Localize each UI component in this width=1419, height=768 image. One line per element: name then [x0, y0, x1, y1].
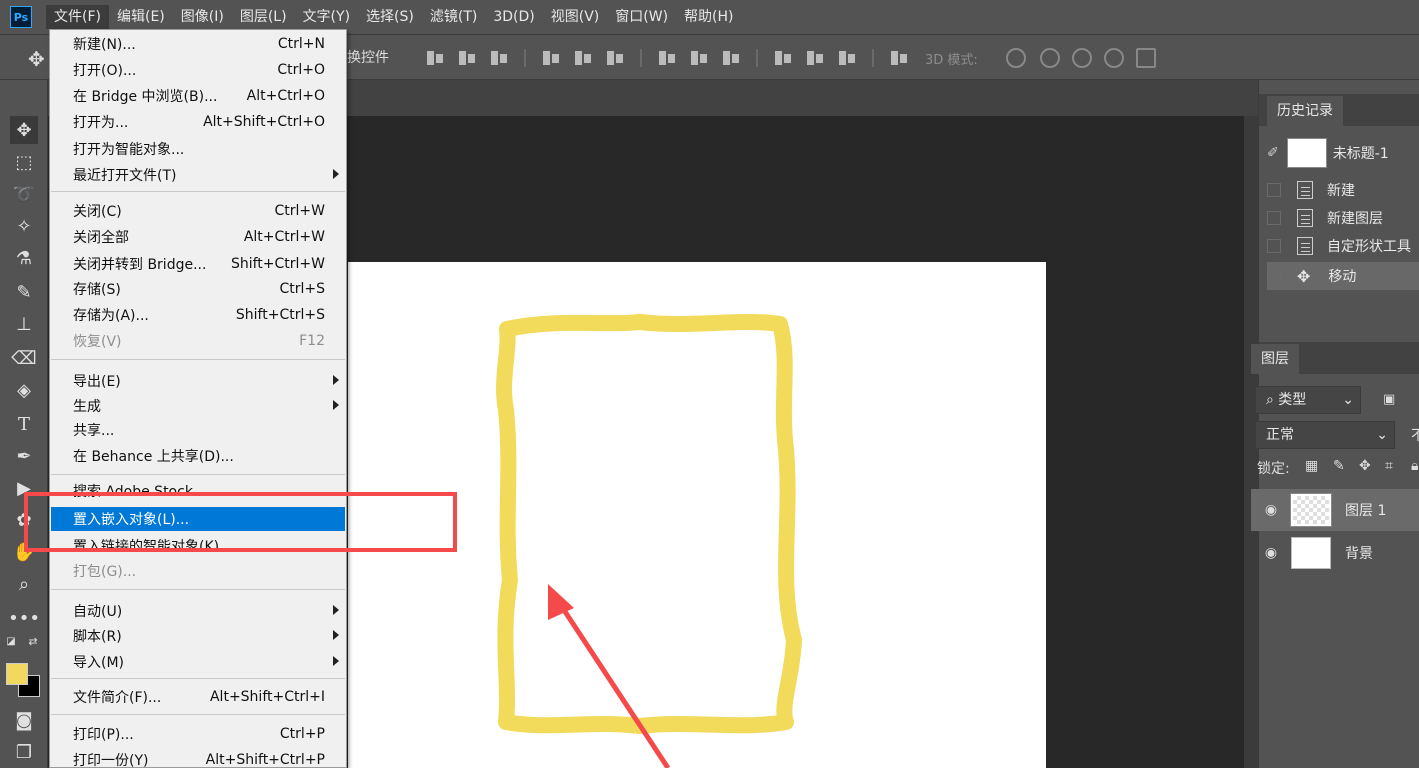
history-step-label: 移动 — [1328, 269, 1357, 285]
chevron-down-icon: ⌄ — [1342, 392, 1354, 408]
menu-item-recent-files[interactable]: 最近打开文件(T) — [51, 163, 345, 187]
blend-mode-dropdown[interactable]: 正常 ⌄ — [1255, 421, 1395, 449]
menu-separator — [51, 474, 345, 475]
menu-item-generate[interactable]: 生成 — [51, 394, 345, 418]
tab-layers[interactable]: 图层 — [1251, 344, 1299, 374]
move-step-icon: ✥ — [1297, 266, 1311, 286]
history-checkbox[interactable] — [1267, 211, 1281, 225]
layer-filter-dropdown[interactable]: ⌕ 类型 ⌄ — [1255, 386, 1361, 414]
menu-item-open-as[interactable]: 打开为... Alt+Shift+Ctrl+O — [51, 110, 345, 134]
menu-item-print[interactable]: 打印(P)... Ctrl+P — [51, 722, 345, 746]
menu-item-export[interactable]: 导出(E) — [51, 369, 345, 393]
layer-name: 图层 1 — [1345, 503, 1387, 519]
history-checkbox[interactable] — [1267, 239, 1281, 253]
image-filter-icon[interactable]: ▣ — [1383, 392, 1395, 407]
lock-pixels-icon[interactable]: ✎ — [1333, 458, 1345, 474]
lock-artboard-icon[interactable]: ⌗ — [1385, 458, 1393, 474]
submenu-arrow-icon — [333, 605, 339, 615]
history-checkbox[interactable] — [1267, 269, 1281, 283]
history-step[interactable]: 新建 — [1267, 176, 1419, 204]
annotation-arrow-head — [548, 584, 574, 620]
menu-item-automate[interactable]: 自动(U) — [51, 599, 345, 623]
menu-item-revert: 恢复(V) F12 — [73, 333, 325, 350]
menu-item-scripts[interactable]: 脚本(R) — [51, 624, 345, 648]
lock-label: 锁定: — [1257, 461, 1290, 477]
snapshot-brush-icon: ✐ — [1267, 145, 1279, 161]
menu-item-import[interactable]: 导入(M) — [51, 650, 345, 674]
menu-item-save-as[interactable]: 存储为(A)... Shift+Ctrl+S — [51, 303, 345, 327]
menu-item-share[interactable]: 共享... — [51, 418, 345, 442]
annotation-highlight-box — [24, 492, 457, 552]
menu-item-share-behance[interactable]: 在 Behance 上共享(D)... — [51, 444, 345, 468]
chevron-down-icon: ⌄ — [1376, 427, 1388, 443]
history-step[interactable]: 新建图层 — [1267, 204, 1419, 232]
submenu-arrow-icon — [333, 375, 339, 385]
annotation-arrow-shaft — [557, 602, 671, 768]
menu-separator — [51, 191, 345, 192]
submenu-arrow-icon — [333, 656, 339, 666]
search-icon: ⌕ — [1266, 392, 1279, 408]
lock-position-icon[interactable]: ✥ — [1359, 458, 1371, 474]
menu-item-open-smart-object[interactable]: 打开为智能对象... — [51, 137, 345, 161]
file-menu-dropdown: 新建(N)... Ctrl+N 打开(O)... Ctrl+O 在 Bridge 中… — [49, 29, 347, 768]
menu-item-browse-bridge[interactable]: 在 Bridge 中浏览(B)... Alt+Ctrl+O — [51, 84, 345, 108]
layer-row[interactable]: ◉ 背景 — [1251, 532, 1419, 574]
menu-item-file-info[interactable]: 文件简介(F)... Alt+Shift+Ctrl+I — [51, 685, 345, 709]
menu-separator — [51, 359, 345, 360]
history-snapshot[interactable]: ✐ 未标题-1 — [1267, 137, 1419, 169]
menu-item-print-one-copy[interactable]: 打印一份(Y) Alt+Shift+Ctrl+P — [51, 748, 345, 768]
history-step-label: 新建图层 — [1327, 211, 1383, 227]
history-step-icon — [1297, 237, 1313, 255]
layer-thumbnail — [1291, 537, 1331, 569]
menu-item-close[interactable]: 关闭(C) Ctrl+W — [51, 199, 345, 223]
snapshot-thumbnail — [1286, 138, 1327, 168]
menu-separator — [51, 714, 345, 715]
history-step[interactable]: 自定形状工具 — [1267, 232, 1419, 260]
submenu-arrow-icon — [333, 630, 339, 640]
layer-thumbnail — [1290, 493, 1332, 527]
menu-separator — [51, 589, 345, 590]
menu-item-open[interactable]: 打开(O)... Ctrl+O — [51, 58, 345, 82]
history-step-icon — [1297, 209, 1313, 227]
tab-history[interactable]: 历史记录 — [1267, 96, 1343, 126]
history-step-label: 新建 — [1327, 183, 1355, 199]
snapshot-label: 未标题-1 — [1332, 146, 1389, 162]
history-step-icon — [1297, 181, 1313, 199]
right-panels: 历史记录 ✐ 未标题-1 新建 新建图层 自定形状工具 ✥ 移动 图层 ⌕ 类型… — [1251, 80, 1419, 768]
eye-icon[interactable]: ◉ — [1261, 545, 1281, 561]
menu-item-close-all[interactable]: 关闭全部 Alt+Ctrl+W — [51, 225, 345, 249]
layer-row-selected[interactable]: ◉ 图层 1 — [1251, 489, 1419, 531]
lock-all-icon[interactable]: 🔒︎ — [1411, 458, 1418, 474]
menu-item-close-go-bridge[interactable]: 关闭并转到 Bridge... Shift+Ctrl+W — [51, 252, 345, 276]
menu-item-new[interactable]: 新建(N)... Ctrl+N — [51, 32, 345, 56]
opacity-label: 不 — [1411, 428, 1419, 444]
history-step-selected[interactable]: ✥ 移动 — [1267, 262, 1419, 290]
history-checkbox[interactable] — [1267, 183, 1281, 197]
submenu-arrow-icon — [333, 169, 339, 179]
eye-icon[interactable]: ◉ — [1261, 502, 1281, 518]
menu-separator — [51, 678, 345, 679]
menu-item-save[interactable]: 存储(S) Ctrl+S — [51, 277, 345, 301]
submenu-arrow-icon — [333, 400, 339, 410]
custom-shape-frame — [496, 314, 802, 734]
history-step-label: 自定形状工具 — [1327, 239, 1411, 255]
layer-name: 背景 — [1345, 546, 1373, 562]
menu-item-package: 打包(G)... — [73, 564, 137, 580]
lock-transparent-icon[interactable]: ▦ — [1305, 458, 1318, 474]
